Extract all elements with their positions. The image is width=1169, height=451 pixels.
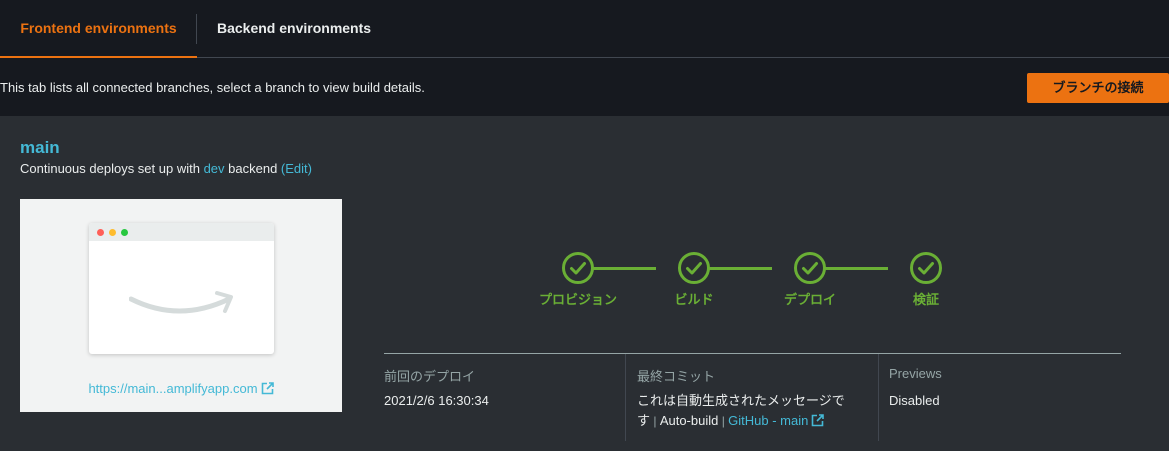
build-pipeline: プロビジョン ビルド デプロイ 検証 — [539, 252, 960, 312]
close-dot-icon — [97, 229, 104, 236]
maximize-dot-icon — [121, 229, 128, 236]
branch-name-link[interactable]: main — [20, 138, 60, 158]
edit-backend-link[interactable]: (Edit) — [281, 161, 312, 176]
deploy-status-icon[interactable] — [794, 252, 826, 284]
info-bar: This tab lists all connected branches, s… — [0, 58, 1169, 116]
stage-label-deploy[interactable]: デプロイ — [750, 289, 870, 308]
branch-description: Continuous deploys set up with dev backe… — [20, 161, 312, 176]
commit-message-tail: す — [637, 413, 651, 428]
external-link-icon — [261, 382, 274, 395]
column-divider — [878, 354, 879, 441]
commit-message-line1: これは自動生成されたメッセージで — [637, 393, 845, 408]
tab-description: This tab lists all connected branches, s… — [0, 80, 425, 95]
provision-status-icon[interactable] — [562, 252, 594, 284]
stage-label-build[interactable]: ビルド — [634, 289, 754, 308]
last-commit-label: 最終コミット — [637, 369, 716, 384]
last-commit-column: 最終コミット これは自動生成されたメッセージで す | Auto-build |… — [637, 354, 875, 441]
tab-backend-environments[interactable]: Backend environments — [217, 0, 371, 58]
browser-titlebar — [89, 223, 274, 241]
column-divider — [625, 354, 626, 441]
check-icon — [918, 262, 934, 275]
app-url-text[interactable]: https://main...amplifyapp.com — [88, 381, 257, 396]
branch-sub-prefix: Continuous deploys set up with — [20, 161, 204, 176]
tab-frontend-environments[interactable]: Frontend environments — [0, 0, 197, 59]
check-icon — [570, 262, 586, 275]
commit-message-line2: す | Auto-build | GitHub - main — [637, 411, 875, 431]
verify-status-icon[interactable] — [910, 252, 942, 284]
stage-label-verify[interactable]: 検証 — [866, 289, 986, 308]
build-status-icon[interactable] — [678, 252, 710, 284]
last-commit-value: これは自動生成されたメッセージで す | Auto-build | GitHub… — [637, 391, 875, 431]
site-preview-thumbnail[interactable]: https://main...amplifyapp.com — [20, 199, 342, 412]
environment-tabs: Frontend environments Backend environmen… — [0, 0, 1169, 59]
minimize-dot-icon — [109, 229, 116, 236]
commit-separator: | — [718, 414, 729, 428]
backend-env-link[interactable]: dev — [204, 161, 225, 176]
previews-label: Previews — [889, 366, 942, 381]
connect-branch-button[interactable]: ブランチの接続 — [1027, 73, 1169, 103]
check-icon — [686, 262, 702, 275]
github-commit-link[interactable]: GitHub - main — [728, 413, 808, 428]
check-icon — [802, 262, 818, 275]
app-url-link[interactable]: https://main...amplifyapp.com — [20, 381, 342, 396]
last-deploy-value: 2021/2/6 16:30:34 — [384, 393, 489, 408]
tab-divider — [196, 14, 197, 44]
commit-separator: | — [650, 414, 660, 428]
previews-column: Previews Disabled — [889, 354, 1089, 441]
previews-value: Disabled — [889, 393, 940, 408]
stage-label-provision[interactable]: プロビジョン — [518, 289, 638, 308]
commit-author: Auto-build — [659, 413, 719, 428]
branch-metadata: 前回のデプロイ 2021/2/6 16:30:34 最終コミット これは自動生成… — [384, 353, 1121, 441]
browser-mockup — [89, 223, 274, 354]
branch-sub-mid: backend — [224, 161, 281, 176]
last-deploy-label: 前回のデプロイ — [384, 369, 476, 384]
external-link-icon — [812, 414, 825, 427]
last-deploy-column: 前回のデプロイ 2021/2/6 16:30:34 — [384, 354, 624, 441]
amazon-smile-icon — [129, 291, 233, 314]
